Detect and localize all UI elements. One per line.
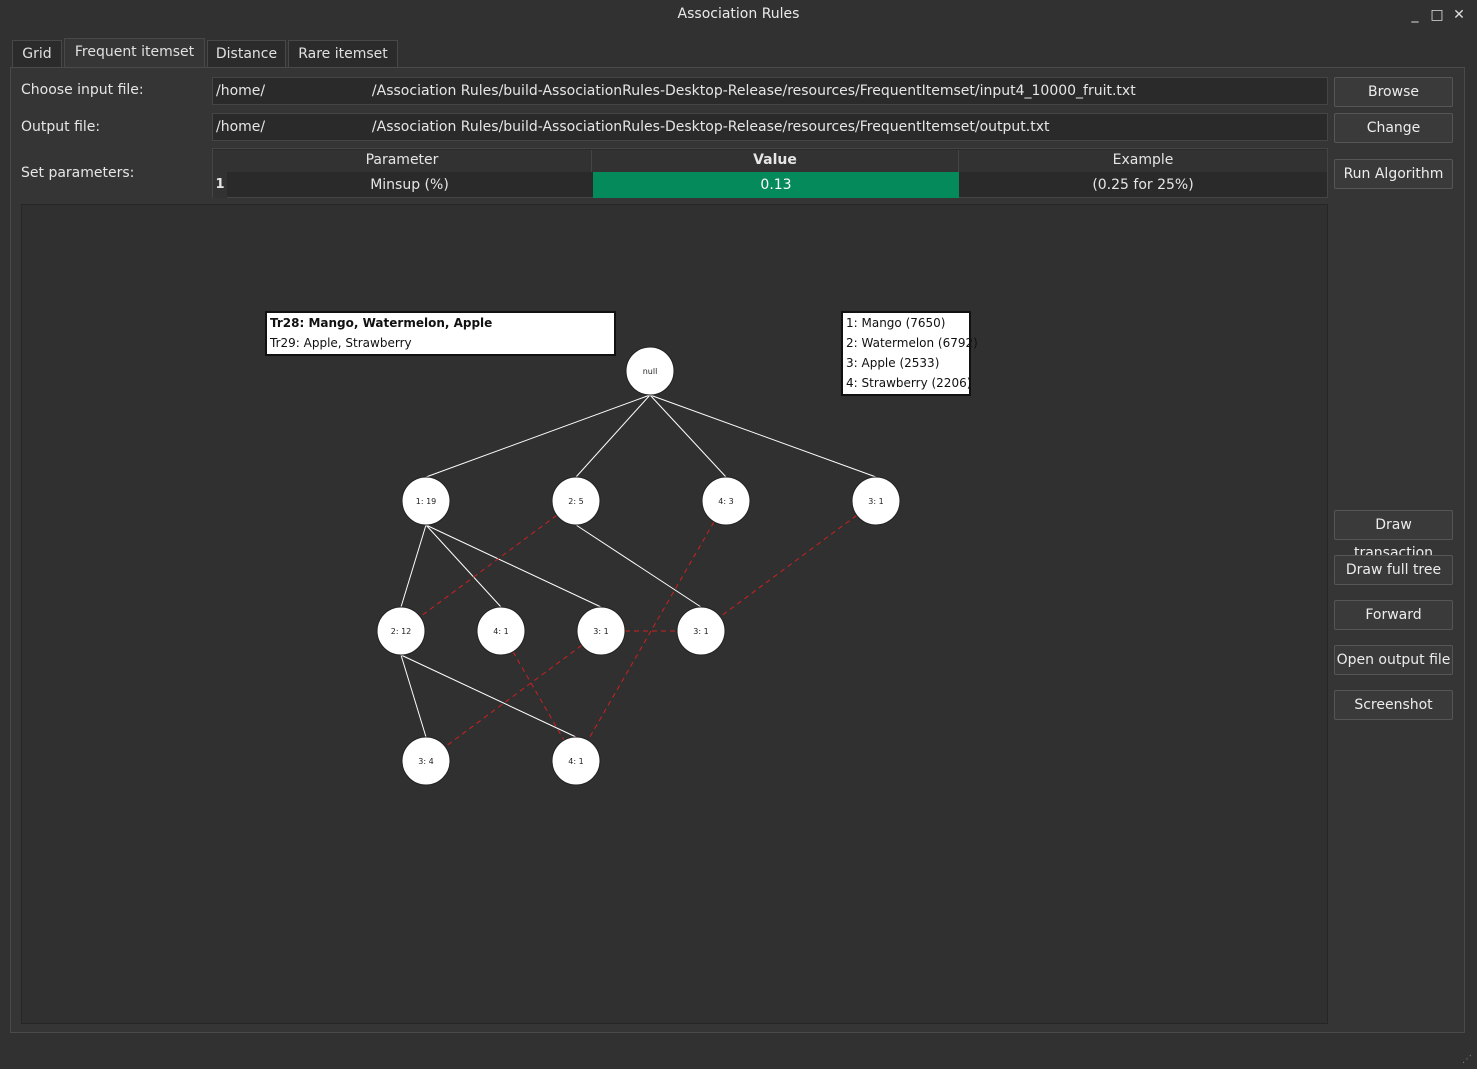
tree-edge — [400, 654, 427, 738]
tree-node: 2: 5 — [551, 476, 601, 526]
node-link — [444, 644, 583, 748]
node-label: 3: 1 — [693, 627, 708, 636]
node-label: 2: 12 — [391, 627, 412, 636]
tree-edge — [575, 524, 702, 608]
tree-edge — [425, 524, 502, 608]
tree-edge — [649, 394, 877, 478]
forward-button[interactable]: Forward — [1334, 600, 1453, 630]
draw-full-tree-button[interactable]: Draw full tree — [1334, 555, 1453, 585]
node-label: null — [643, 367, 658, 376]
node-label: 3: 1 — [593, 627, 608, 636]
fp-tree: null 1: 19 2: 5 4: 3 3: 1 2: 12 4: 1 3: 1 3: 1 3:… — [376, 346, 901, 786]
node-label: 3: 1 — [868, 497, 883, 506]
tree-node: null — [625, 346, 675, 396]
draw-transaction-button[interactable]: Draw transaction — [1334, 510, 1453, 561]
tree-edge — [400, 524, 427, 608]
tree-edge — [425, 394, 651, 478]
node-label: 1: 19 — [416, 497, 437, 506]
node-label: 4: 1 — [493, 627, 508, 636]
tree-node: 4: 3 — [701, 476, 751, 526]
tree-edge — [649, 394, 727, 478]
resize-grip-icon[interactable]: ⋰ — [1462, 1054, 1474, 1066]
tree-node: 4: 1 — [476, 606, 526, 656]
tree-node: 1: 19 — [401, 476, 451, 526]
tree-node: 3: 1 — [851, 476, 901, 526]
tree-node: 3: 1 — [576, 606, 626, 656]
node-label: 3: 4 — [418, 757, 433, 766]
tree-edge — [400, 654, 577, 738]
node-label: 4: 3 — [718, 497, 733, 506]
screenshot-button[interactable]: Screenshot — [1334, 690, 1453, 720]
node-link — [719, 514, 858, 618]
open-output-file-button[interactable]: Open output file — [1334, 645, 1453, 675]
tree-edge — [575, 394, 651, 478]
node-link — [419, 514, 558, 618]
tree-node: 3: 4 — [401, 736, 451, 786]
tree-node: 4: 1 — [551, 736, 601, 786]
tree-node: 2: 12 — [376, 606, 426, 656]
tree-node: 3: 1 — [676, 606, 726, 656]
tree-edge — [425, 524, 602, 608]
node-link — [512, 651, 565, 741]
node-label: 2: 5 — [568, 497, 583, 506]
node-label: 4: 1 — [568, 757, 583, 766]
